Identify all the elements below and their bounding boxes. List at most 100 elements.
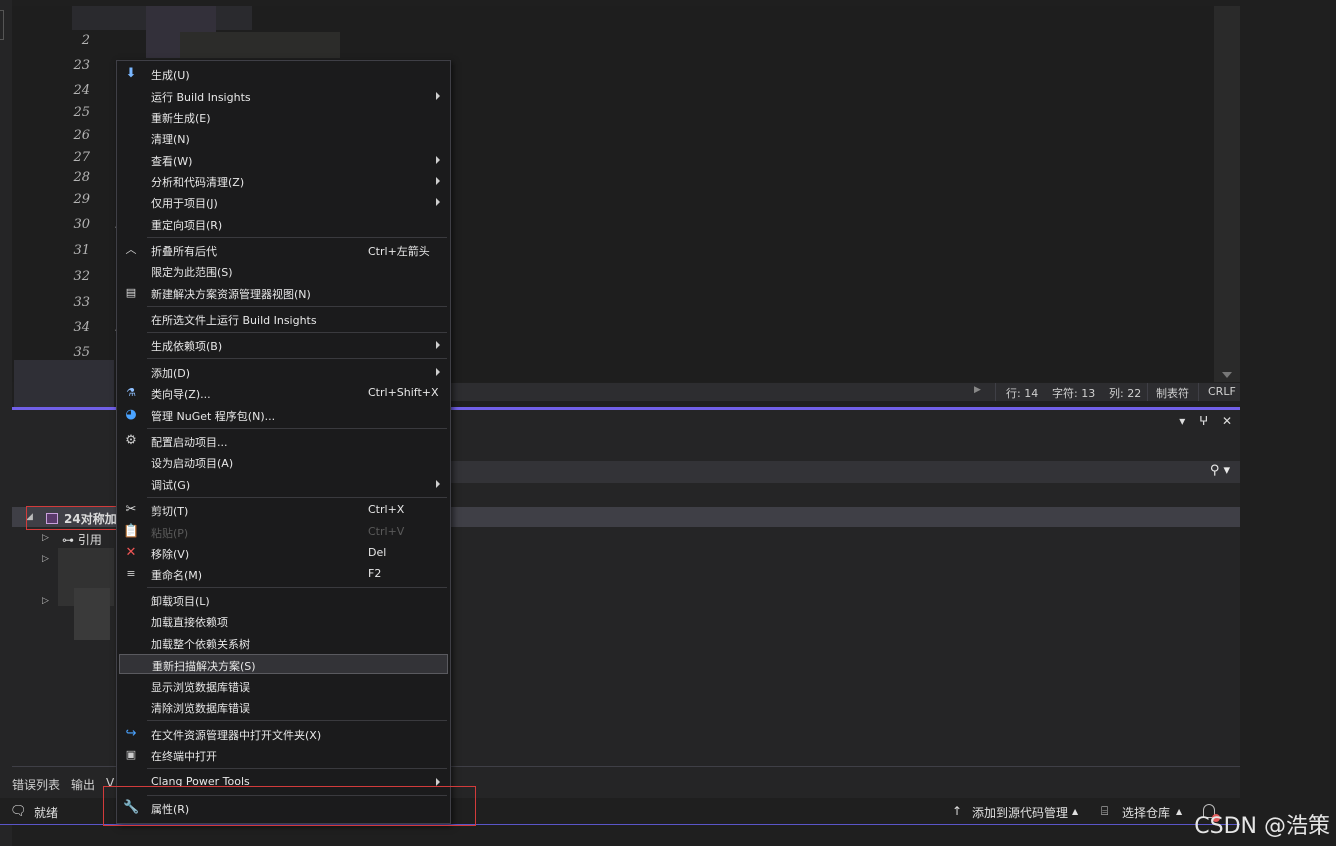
watermark: CSDN @浩策	[1194, 814, 1330, 839]
menu-item-rescan-solution[interactable]: 重新扫描解决方案(S)	[119, 654, 448, 674]
message-icon[interactable]: 🗨	[10, 804, 27, 819]
menu-item-retarget[interactable]: 重定向项目(R)	[117, 214, 450, 234]
menu-item-view[interactable]: 查看(W)	[117, 150, 450, 170]
caret-up-icon: ▲	[1176, 807, 1183, 816]
new-view-icon: ▤	[125, 286, 137, 299]
delete-icon: ✕	[125, 545, 137, 560]
cut-icon: ✂	[125, 502, 137, 517]
left-tool-strip	[0, 0, 12, 846]
menu-item-remove[interactable]: ✕ 移除(V) Del	[117, 543, 450, 563]
menu-item-collapse-all[interactable]: ︿ 折叠所有后代 Ctrl+左箭头	[117, 240, 450, 260]
menu-item-load-direct-deps[interactable]: 加载直接依赖项	[117, 611, 450, 631]
menu-item-run-build-insights-selected[interactable]: 在所选文件上运行 Build Insights	[117, 309, 450, 329]
menu-item-add[interactable]: 添加(D)	[117, 362, 450, 382]
tab-error-list[interactable]: 错误列表	[12, 776, 60, 793]
line-number: 33	[73, 295, 90, 310]
menu-item-show-db-errors[interactable]: 显示浏览数据库错误	[117, 676, 450, 696]
line-number: 32	[73, 269, 90, 284]
search-input[interactable]: ⚲ ▾	[450, 461, 1240, 483]
collapse-arrow-icon[interactable]: ▷	[42, 533, 49, 543]
menu-item-nuget[interactable]: ◕ 管理 NuGet 程序包(N)...	[117, 405, 450, 425]
menu-item-cut[interactable]: ✂ 剪切(T) Ctrl+X	[117, 500, 450, 520]
menu-item-analyze[interactable]: 分析和代码清理(Z)	[117, 171, 450, 191]
caret-up-icon: ▲	[1072, 807, 1079, 816]
close-icon[interactable]: ✕	[1222, 414, 1232, 428]
menu-item-class-wizard[interactable]: ⚗ 类向导(Z)... Ctrl+Shift+X	[117, 383, 450, 403]
editor-status-line: ▶ 行: 14 字符: 13 列: 22 制表符 CRLF	[450, 383, 1240, 401]
submenu-arrow-icon	[436, 177, 440, 185]
dropdown-icon[interactable]: ▾	[1179, 414, 1185, 428]
panel-tools: ▾ ⵖ ✕	[1169, 414, 1232, 428]
annotation-box	[26, 506, 130, 530]
menu-item-new-view[interactable]: ▤ 新建解决方案资源管理器视图(N)	[117, 283, 450, 303]
line-number: 30	[73, 217, 90, 232]
column-indicator[interactable]: 列: 22	[1109, 385, 1141, 401]
eol-indicator[interactable]: CRLF	[1208, 385, 1236, 398]
status-arrow-icon: ▶	[974, 385, 981, 395]
menu-item-configure-startup[interactable]: ⚙ 配置启动项目...	[117, 431, 450, 451]
menu-item-paste[interactable]: 📋 粘贴(P) Ctrl+V	[117, 522, 450, 542]
reference-icon: ⊶	[62, 533, 78, 547]
terminal-icon: ▣	[125, 748, 137, 761]
build-icon: ⬇	[125, 66, 137, 81]
select-repo-button[interactable]: 选择仓库	[1122, 804, 1170, 821]
line-number: 35	[73, 345, 90, 360]
repo-icon: ⌸	[1101, 804, 1109, 818]
line-number: 31	[73, 243, 90, 258]
menu-item-open-in-explorer[interactable]: ↪ 在文件资源管理器中打开文件夹(X)	[117, 724, 450, 744]
line-number: 23	[73, 58, 90, 73]
menu-item-load-dep-tree[interactable]: 加载整个依赖关系树	[117, 633, 450, 653]
vertical-scrollbar[interactable]	[1214, 6, 1240, 382]
search-icon[interactable]: ⚲ ▾	[1210, 463, 1230, 478]
gear-icon: ⚙	[125, 433, 137, 448]
menu-item-debug[interactable]: 调试(G)	[117, 474, 450, 494]
ready-status: 就绪	[34, 806, 59, 820]
menu-item-build-insights[interactable]: 运行 Build Insights	[117, 86, 450, 106]
tab-indicator[interactable]: 制表符	[1156, 385, 1189, 401]
menu-item-build-dependencies[interactable]: 生成依赖项(B)	[117, 335, 450, 355]
class-wizard-icon: ⚗	[126, 386, 136, 399]
menu-item-build[interactable]: ⬇ 生成(U)	[117, 64, 450, 84]
char-indicator[interactable]: 字符: 13	[1052, 385, 1095, 401]
submenu-arrow-icon	[436, 92, 440, 100]
side-tab-marker[interactable]	[0, 10, 4, 40]
line-number: 24	[73, 83, 90, 98]
menu-item-rename[interactable]: ≡ 重命名(M) F2	[117, 564, 450, 584]
menu-item-scope[interactable]: 限定为此范围(S)	[117, 261, 450, 281]
blurred-code	[180, 32, 340, 58]
context-menu: ⬇ 生成(U) 运行 Build Insights 重新生成(E) 清理(N) 查…	[116, 60, 451, 824]
menu-item-clear-db-errors[interactable]: 清除浏览数据库错误	[117, 697, 450, 717]
menu-item-unload[interactable]: 卸载项目(L)	[117, 590, 450, 610]
line-number: 29	[73, 192, 90, 207]
collapse-icon: ︿	[125, 243, 137, 256]
submenu-arrow-icon	[436, 368, 440, 376]
scroll-down-icon[interactable]	[1222, 372, 1232, 378]
open-folder-icon: ↪	[125, 726, 137, 741]
menu-item-clean[interactable]: 清理(N)	[117, 128, 450, 148]
pin-icon[interactable]: ⵖ	[1199, 414, 1208, 428]
line-number: 25	[73, 105, 90, 120]
references-node[interactable]: ⊶ 引用	[62, 531, 102, 548]
menu-item-open-terminal[interactable]: ▣ 在终端中打开	[117, 745, 450, 765]
submenu-arrow-icon	[436, 156, 440, 164]
annotation-box	[103, 786, 476, 826]
nuget-icon: ◕	[125, 407, 137, 422]
submenu-arrow-icon	[436, 480, 440, 488]
rename-icon: ≡	[126, 567, 136, 580]
collapse-arrow-icon[interactable]: ▷	[42, 596, 49, 606]
tab-output[interactable]: 输出	[71, 776, 95, 793]
submenu-arrow-icon	[436, 198, 440, 206]
line-indicator[interactable]: 行: 14	[1006, 385, 1038, 401]
collapse-arrow-icon[interactable]: ▷	[42, 554, 49, 564]
menu-item-set-startup[interactable]: 设为启动项目(A)	[117, 452, 450, 472]
add-to-source-control-button[interactable]: 添加到源代码管理	[972, 804, 1068, 821]
submenu-arrow-icon	[436, 778, 440, 786]
line-number: 2	[81, 33, 90, 48]
line-number-gutter: 2 2 23 24 25 26 27 28 29 30 31 32 33 34 …	[12, 6, 112, 382]
paste-icon: 📋	[123, 524, 140, 539]
menu-item-rebuild[interactable]: 重新生成(E)	[117, 107, 450, 127]
menu-item-project-only[interactable]: 仅用于项目(J)	[117, 192, 450, 212]
submenu-arrow-icon	[436, 341, 440, 349]
blurred-region	[74, 588, 110, 640]
line-number: 34	[73, 320, 90, 335]
